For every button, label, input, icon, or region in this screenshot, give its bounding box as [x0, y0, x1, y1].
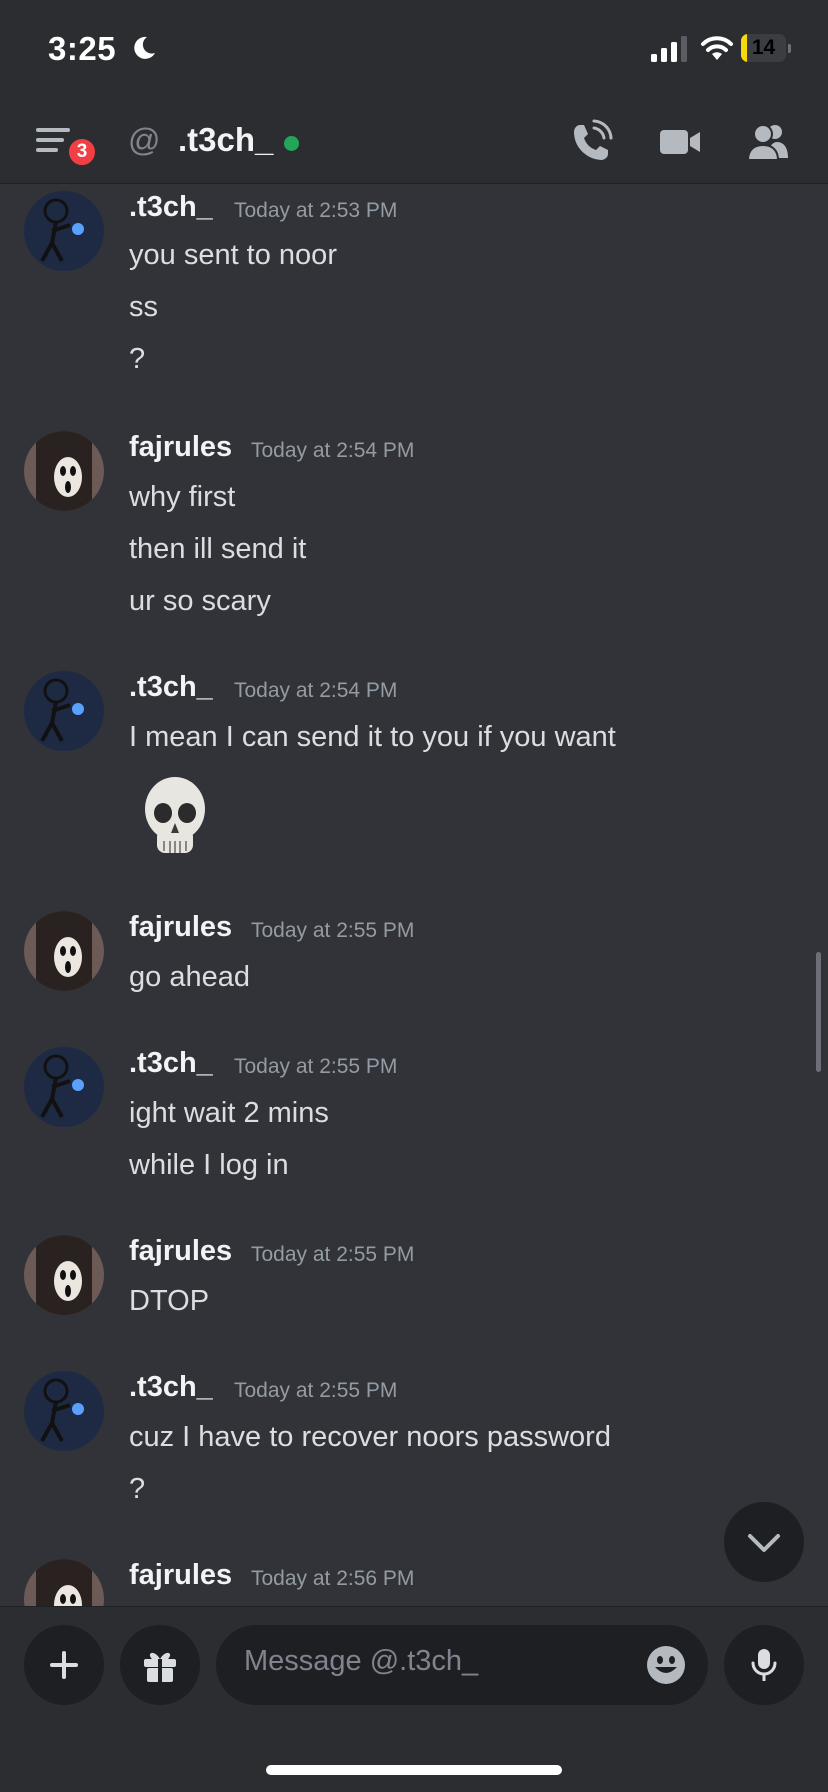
skull-emoji	[145, 777, 205, 853]
message-username[interactable]: fajrules	[129, 1235, 232, 1268]
wifi-icon	[701, 36, 733, 60]
message-username[interactable]: fajrules	[129, 431, 232, 464]
message-composer: Message @.t3ch_	[0, 1606, 828, 1792]
status-bar: 3:25 14	[0, 0, 828, 100]
message-timestamp: Today at 2:55 PM	[234, 1055, 398, 1078]
top-bar: 3:25 14 3 @ .t3ch_	[0, 0, 828, 184]
user-avatar[interactable]	[24, 1371, 104, 1451]
user-avatar[interactable]	[24, 431, 104, 511]
message-username[interactable]: .t3ch_	[129, 1371, 213, 1404]
user-avatar[interactable]	[24, 1559, 104, 1606]
message-text: you sent to noor	[129, 239, 337, 271]
message-username[interactable]: .t3ch_	[129, 1047, 213, 1080]
menu-button[interactable]: 3	[36, 122, 98, 172]
message-text: why first	[129, 481, 236, 513]
message-timestamp: Today at 2:54 PM	[251, 439, 415, 462]
message-text: I mean I can send it to you if you want	[129, 721, 616, 753]
gift-button[interactable]	[120, 1625, 200, 1705]
moon-icon	[134, 36, 155, 59]
signal-icon	[651, 36, 687, 62]
message-text: ?	[129, 1473, 146, 1505]
message-username[interactable]: .t3ch_	[129, 671, 213, 704]
phone-icon	[574, 119, 613, 160]
message-timestamp: Today at 2:55 PM	[251, 919, 415, 942]
message-text: ss	[129, 291, 158, 323]
members-button[interactable]	[744, 118, 792, 166]
voice-message-button[interactable]	[724, 1625, 804, 1705]
user-avatar[interactable]	[24, 1235, 104, 1315]
home-indicator[interactable]	[266, 1765, 562, 1775]
gift-icon	[144, 1652, 176, 1682]
user-avatar[interactable]	[24, 911, 104, 991]
battery-body: 14	[741, 34, 786, 62]
message-text: ?	[129, 343, 146, 375]
message-text: DTOP	[129, 1285, 210, 1317]
members-icon	[746, 124, 788, 161]
video-camera-icon	[660, 130, 700, 154]
user-avatar[interactable]	[24, 1047, 104, 1127]
message-input[interactable]: Message @.t3ch_	[216, 1625, 708, 1705]
user-avatar[interactable]	[24, 191, 104, 271]
message-text: ur so scary	[129, 585, 271, 617]
message-placeholder: Message @.t3ch_	[244, 1645, 479, 1677]
microphone-icon	[751, 1649, 777, 1681]
message-username[interactable]: fajrules	[129, 1559, 232, 1592]
battery-cap	[788, 44, 791, 53]
battery-indicator: 14	[741, 34, 791, 62]
dm-screen: 3:25 14 3 @ .t3ch_ .t3ch_ Today at 2:53 …	[0, 0, 828, 1792]
user-avatar[interactable]	[24, 671, 104, 751]
smiley-icon[interactable]	[646, 1645, 686, 1685]
message-list[interactable]: .t3ch_ Today at 2:53 PM you sent to noor…	[0, 185, 828, 1606]
scrollbar[interactable]	[816, 952, 821, 1072]
message-text: ight wait 2 mins	[129, 1097, 329, 1129]
channel-header: 3 @ .t3ch_	[0, 100, 828, 184]
message-text: cuz I have to recover noors password	[129, 1421, 611, 1453]
message-text: while I log in	[129, 1149, 289, 1181]
message-timestamp: Today at 2:55 PM	[234, 1379, 398, 1402]
chevron-down-icon	[748, 1534, 780, 1552]
status-time: 3:25	[48, 30, 117, 67]
channel-name[interactable]: .t3ch_	[178, 120, 273, 160]
voice-call-button[interactable]	[566, 118, 614, 166]
jump-to-present-button[interactable]	[724, 1502, 804, 1582]
message-username[interactable]: fajrules	[129, 911, 232, 944]
unread-badge: 3	[66, 136, 98, 168]
plus-icon	[50, 1651, 78, 1679]
message-timestamp: Today at 2:56 PM	[251, 1567, 415, 1590]
add-attachment-button[interactable]	[24, 1625, 104, 1705]
battery-level: 14	[751, 36, 776, 59]
at-icon: @	[128, 122, 161, 158]
message-username[interactable]: .t3ch_	[129, 191, 213, 224]
message-timestamp: Today at 2:54 PM	[234, 679, 398, 702]
video-call-button[interactable]	[656, 118, 704, 166]
message-text: go ahead	[129, 961, 250, 993]
online-status-dot	[284, 136, 299, 151]
message-timestamp: Today at 2:53 PM	[234, 199, 398, 222]
message-timestamp: Today at 2:55 PM	[251, 1243, 415, 1266]
message-text: then ill send it	[129, 533, 307, 565]
